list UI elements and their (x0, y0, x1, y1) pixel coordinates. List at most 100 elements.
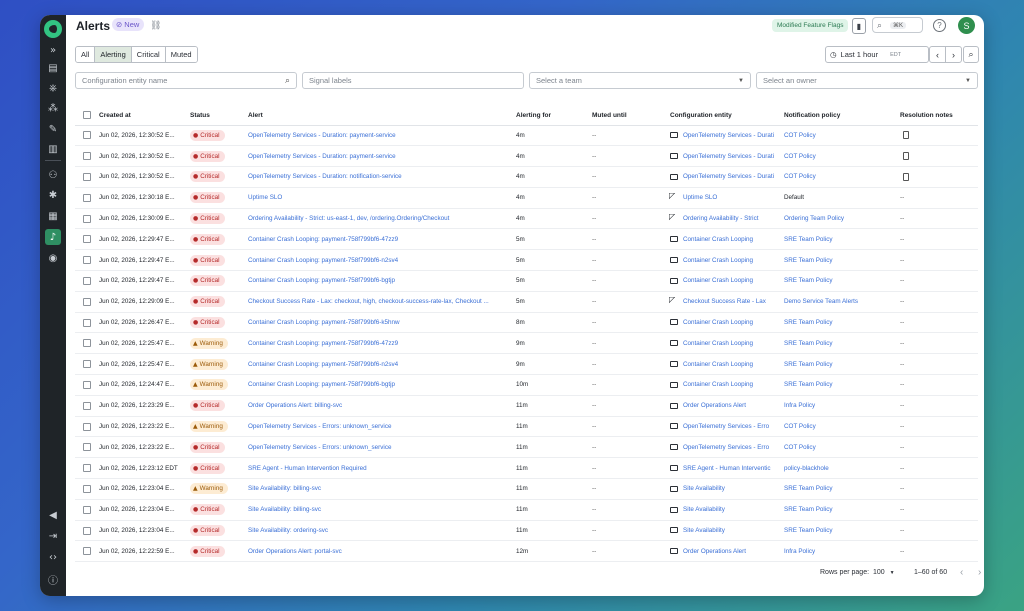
entity-name-input[interactable]: Configuration entity name ⌕ (75, 72, 297, 89)
notebook-icon[interactable]: ▮ (852, 18, 866, 34)
feature-flags-badge[interactable]: Modified Feature Flags (772, 19, 849, 32)
row-checkbox[interactable] (83, 152, 91, 161)
notification-policy-link[interactable]: Demo Service Team Alerts (784, 298, 858, 305)
global-search-button[interactable]: ⌕ ⌘K (872, 17, 923, 33)
notification-policy-link[interactable]: Infra Policy (784, 548, 815, 555)
row-checkbox[interactable] (83, 235, 91, 244)
alert-link[interactable]: Order Operations Alert: portal-svc (246, 540, 514, 563)
owner-select[interactable]: Select an owner ▼ (756, 72, 978, 89)
time-forward-button[interactable]: › (945, 46, 962, 63)
table-row[interactable]: Jun 02, 2026, 12:23:22 E... ▲ Warning Op… (75, 416, 978, 438)
table-row[interactable]: Jun 02, 2026, 12:23:04 E... ● Critical S… (75, 520, 978, 542)
row-checkbox[interactable] (83, 360, 91, 369)
col-created-at[interactable]: Created at (97, 106, 188, 126)
row-checkbox[interactable] (83, 214, 91, 223)
notification-policy-link[interactable]: SRE Team Policy (784, 506, 833, 513)
row-checkbox[interactable] (83, 380, 91, 389)
rows-per-page-select[interactable]: 100 ▼ (873, 569, 895, 576)
team-select[interactable]: Select a team ▼ (529, 72, 751, 89)
import-icon[interactable]: ⇥ (45, 528, 61, 544)
alert-link[interactable]: OpenTelemetry Services - Duration: notif… (246, 166, 514, 188)
services-icon[interactable]: ⁂ (45, 100, 61, 116)
table-row[interactable]: Jun 02, 2026, 12:25:47 E... ▲ Warning Co… (75, 353, 978, 376)
notification-policy-link[interactable]: COT Policy (784, 132, 816, 139)
table-row[interactable]: Jun 02, 2026, 12:23:22 E... ● Critical O… (75, 436, 978, 459)
table-row[interactable]: Jun 02, 2026, 12:29:47 E... ● Critical C… (75, 270, 978, 292)
alert-link[interactable]: OpenTelemetry Services - Errors: unknown… (246, 416, 514, 438)
copy-link-icon[interactable]: ⛓ (150, 20, 161, 31)
notification-policy-link[interactable]: COT Policy (784, 444, 816, 451)
configuration-entity-link[interactable]: Site Availability (683, 527, 725, 534)
notification-policy-link[interactable]: COT Policy (784, 153, 816, 160)
table-row[interactable]: Jun 02, 2026, 12:29:47 E... ● Critical C… (75, 228, 978, 251)
configuration-entity-link[interactable]: Container Crash Looping (683, 381, 753, 388)
alert-link[interactable]: Container Crash Looping: payment-758f799… (246, 249, 514, 272)
configuration-entity-link[interactable]: OpenTelemetry Services - Durati (683, 132, 774, 139)
notification-policy-link[interactable]: SRE Team Policy (784, 340, 833, 347)
notification-policy-link[interactable]: policy-blackhole (784, 465, 829, 472)
table-row[interactable]: Jun 02, 2026, 12:26:47 E... ● Critical C… (75, 312, 978, 334)
row-checkbox[interactable] (83, 318, 91, 327)
notification-policy-link[interactable]: COT Policy (784, 423, 816, 430)
alert-link[interactable]: Container Crash Looping: payment-758f799… (246, 270, 514, 292)
table-row[interactable]: Jun 02, 2026, 12:30:18 E... ● Critical U… (75, 187, 978, 209)
app-logo[interactable] (44, 20, 62, 38)
notification-policy-link[interactable]: SRE Team Policy (784, 257, 833, 264)
row-checkbox[interactable] (83, 484, 91, 493)
code-icon[interactable]: ‹› (45, 549, 61, 565)
signal-labels-input[interactable]: Signal labels (302, 72, 524, 89)
col-alerting-for[interactable]: Alerting for (514, 106, 590, 126)
row-checkbox[interactable] (83, 172, 91, 181)
notification-policy-link[interactable]: SRE Team Policy (784, 485, 833, 492)
table-row[interactable]: Jun 02, 2026, 12:22:59 E... ● Critical O… (75, 540, 978, 563)
alert-link[interactable]: Container Crash Looping: payment-758f799… (246, 332, 514, 355)
alert-link[interactable]: Container Crash Looping: payment-758f799… (246, 353, 514, 376)
configuration-entity-link[interactable]: Container Crash Looping (683, 236, 753, 243)
next-page-icon[interactable]: › (978, 567, 981, 578)
dashboards-icon[interactable]: ▦ (45, 208, 61, 224)
topology-icon[interactable]: ⚇ (45, 167, 61, 183)
col-status[interactable]: Status (188, 106, 246, 126)
configuration-entity-link[interactable]: OpenTelemetry Services - Erro (683, 444, 769, 451)
alert-link[interactable]: Container Crash Looping: payment-758f799… (246, 228, 514, 251)
notification-policy-link[interactable]: SRE Team Policy (784, 236, 833, 243)
configuration-entity-link[interactable]: OpenTelemetry Services - Erro (683, 423, 769, 430)
time-range-picker[interactable]: ◷ Last 1 hour EDT (825, 46, 929, 63)
integrations-icon[interactable]: ✱ (45, 187, 61, 203)
row-checkbox[interactable] (83, 297, 91, 306)
time-back-button[interactable]: ‹ (929, 46, 946, 63)
select-all-checkbox[interactable] (83, 111, 91, 120)
configuration-entity-link[interactable]: Site Availability (683, 485, 725, 492)
tools-icon[interactable]: ✎ (45, 121, 61, 137)
time-search-button[interactable]: ⌕ (963, 46, 979, 63)
document-icon[interactable] (903, 152, 909, 161)
configuration-entity-link[interactable]: Checkout Success Rate - Lax (683, 298, 766, 305)
notification-policy-link[interactable]: SRE Team Policy (784, 527, 833, 534)
row-checkbox[interactable] (83, 276, 91, 285)
alert-link[interactable]: Site Availability: billing-svc (246, 478, 514, 500)
alert-link[interactable]: Order Operations Alert: billing-svc (246, 395, 514, 417)
configuration-entity-link[interactable]: Container Crash Looping (683, 319, 753, 326)
tab-critical[interactable]: Critical (131, 47, 166, 62)
configuration-entity-link[interactable]: Site Availability (683, 506, 725, 513)
configuration-entity-link[interactable]: Uptime SLO (683, 194, 717, 201)
alert-link[interactable]: OpenTelemetry Services - Duration: payme… (246, 145, 514, 168)
table-row[interactable]: Jun 02, 2026, 12:23:29 E... ● Critical O… (75, 395, 978, 417)
alerts-bell-icon[interactable]: ♪ (45, 229, 61, 245)
table-row[interactable]: Jun 02, 2026, 12:25:47 E... ▲ Warning Co… (75, 332, 978, 355)
alert-link[interactable]: Ordering Availability - Strict: us-east-… (246, 208, 514, 230)
table-row[interactable]: Jun 02, 2026, 12:29:09 E... ● Critical C… (75, 291, 978, 313)
notification-policy-link[interactable]: Ordering Team Policy (784, 215, 844, 222)
table-row[interactable]: Jun 02, 2026, 12:23:04 E... ● Critical S… (75, 499, 978, 521)
explore-compass-icon[interactable]: ◉ (45, 250, 61, 266)
infrastructure-icon[interactable]: ▥ (45, 141, 61, 157)
row-checkbox[interactable] (83, 547, 91, 556)
alert-link[interactable]: Uptime SLO (246, 187, 514, 209)
row-checkbox[interactable] (83, 131, 91, 140)
info-icon[interactable]: ⓘ (45, 571, 61, 587)
prev-page-icon[interactable]: ‹ (960, 567, 963, 578)
row-checkbox[interactable] (83, 526, 91, 535)
configuration-entity-link[interactable]: OpenTelemetry Services - Durati (683, 173, 774, 180)
announcements-icon[interactable]: ◀ (45, 507, 61, 523)
table-row[interactable]: Jun 02, 2026, 12:30:09 E... ● Critical O… (75, 208, 978, 230)
